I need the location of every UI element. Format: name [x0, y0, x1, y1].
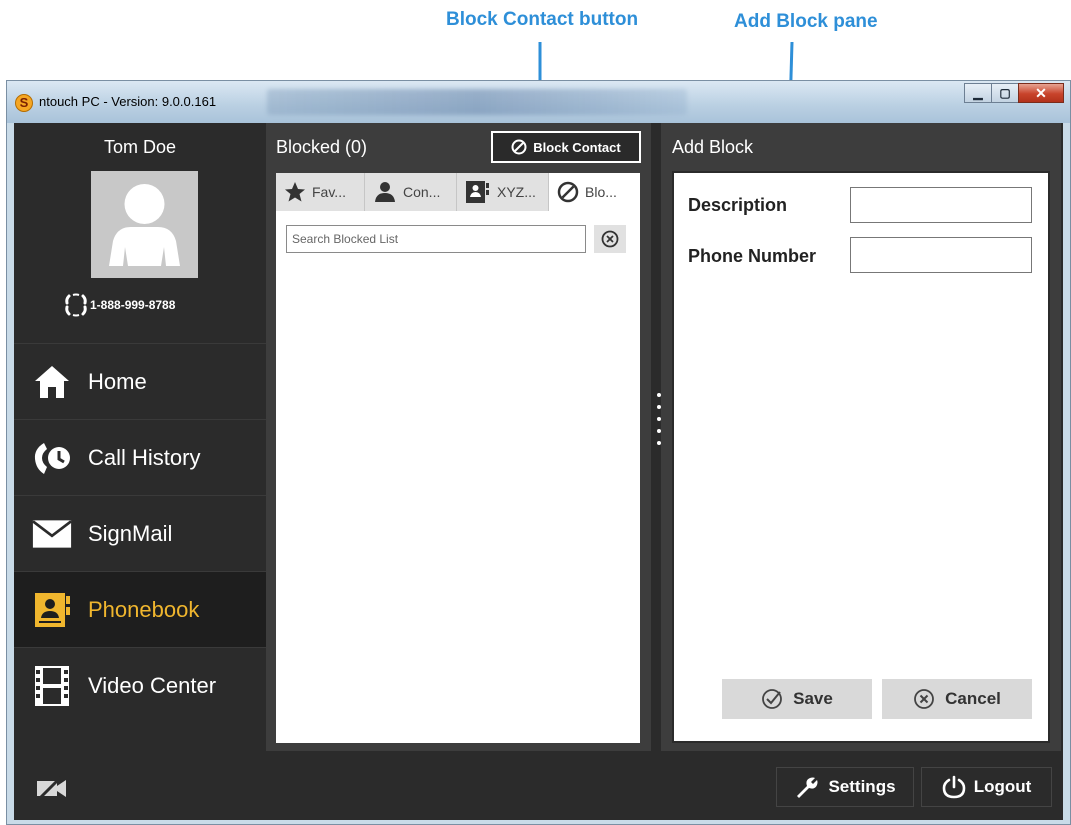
minimize-icon: ▁	[973, 86, 983, 100]
film-icon	[32, 665, 72, 706]
add-block-title: Add Block	[672, 137, 754, 157]
search-input[interactable]	[287, 226, 585, 252]
sidebar-item-label: SignMail	[88, 520, 173, 546]
sidebar-item-label: Video Center	[88, 672, 217, 698]
tab-label: XYZ...	[497, 184, 536, 200]
envelope-icon	[32, 514, 72, 554]
sidebar-nav: Home Call History SignMail Phonebook Vid…	[14, 343, 266, 723]
camera-off-icon	[37, 775, 66, 801]
sidebar-item-signmail[interactable]: SignMail	[14, 495, 266, 571]
cancel-circle-icon	[914, 689, 935, 709]
add-block-form: Description Phone Number Save Cancel	[672, 171, 1050, 743]
logout-button[interactable]: Logout	[921, 767, 1052, 807]
description-field-box	[850, 187, 1032, 223]
phone-number-row: 1-888-999-8788	[64, 293, 175, 317]
check-circle-icon	[762, 689, 783, 709]
person-icon	[375, 182, 395, 202]
sidebar-item-phonebook[interactable]: Phonebook	[14, 571, 266, 647]
home-icon	[32, 362, 72, 402]
block-contact-button[interactable]: Block Contact	[491, 131, 641, 163]
logout-button-label: Logout	[973, 777, 1032, 796]
blocked-list-body: Fav... Con... XYZ... Blo... Search Block…	[276, 173, 640, 743]
settings-button[interactable]: Settings	[776, 767, 914, 807]
title-bar[interactable]: S ntouch PC - Version: 9.0.0.161 ▁ ▢ ✕	[7, 81, 1070, 123]
phonebook-icon	[32, 590, 72, 630]
search-blocked-field	[286, 225, 586, 253]
phone-number-field[interactable]	[851, 238, 1031, 272]
window-title: ntouch PC - Version: 9.0.0.161	[39, 94, 217, 109]
sidebar-item-call-history[interactable]: Call History	[14, 419, 266, 495]
tab-contacts[interactable]: Con...	[365, 173, 457, 211]
sidebar-item-video-center[interactable]: Video Center	[14, 647, 266, 723]
title-bar-background-blur	[267, 89, 687, 115]
app-logo-icon: S	[15, 94, 33, 112]
tab-xyz-phonebook[interactable]: XYZ...	[457, 173, 549, 211]
phone-number-label: Phone Number	[688, 246, 817, 266]
phonebook-tabs: Fav... Con... XYZ... Blo...	[276, 173, 640, 211]
clear-search-button[interactable]	[594, 225, 626, 253]
description-label: Description	[688, 195, 788, 215]
close-button[interactable]: ✕	[1018, 83, 1064, 103]
avatar-person-icon	[109, 184, 180, 266]
ntouch-phone-icon	[65, 293, 87, 317]
settings-button-label: Settings	[828, 777, 896, 796]
cancel-button[interactable]: Cancel	[882, 679, 1032, 719]
app-window: S ntouch PC - Version: 9.0.0.161 ▁ ▢ ✕ T…	[6, 80, 1071, 825]
tab-label: Con...	[403, 184, 441, 200]
close-icon: ✕	[1035, 85, 1047, 101]
tab-label: Fav...	[312, 184, 346, 200]
add-block-panel: Add Block Description Phone Number Save …	[661, 123, 1061, 751]
block-icon	[557, 181, 579, 203]
tab-favorites[interactable]: Fav...	[276, 173, 365, 211]
maximize-button[interactable]: ▢	[991, 83, 1019, 103]
save-button[interactable]: Save	[722, 679, 872, 719]
save-button-label: Save	[793, 689, 833, 708]
video-privacy-button[interactable]	[36, 775, 68, 801]
sidebar-item-home[interactable]: Home	[14, 343, 266, 419]
tab-label: Blo...	[585, 184, 617, 200]
blocked-list-panel: Blocked (0) Block Contact Fav... Con... …	[266, 123, 651, 751]
minimize-button[interactable]: ▁	[964, 83, 992, 103]
maximize-icon: ▢	[999, 86, 1011, 100]
phonebook-icon	[466, 181, 489, 203]
cancel-button-label: Cancel	[945, 689, 1001, 708]
call-history-icon	[32, 438, 72, 478]
sidebar: Tom Doe 1-888-999-8788 Home Call History…	[14, 123, 266, 820]
sidebar-item-label: Phonebook	[88, 596, 200, 622]
user-phone-number: 1-888-999-8788	[90, 298, 176, 312]
client-area: Tom Doe 1-888-999-8788 Home Call History…	[14, 123, 1063, 820]
tab-blocked[interactable]: Blo...	[549, 173, 640, 211]
power-icon	[942, 775, 966, 799]
phone-number-field-box	[850, 237, 1032, 273]
wrench-icon	[797, 777, 818, 798]
star-icon	[285, 182, 305, 202]
blocked-list-title: Blocked (0)	[276, 137, 368, 157]
sidebar-item-label: Home	[88, 368, 147, 394]
block-icon	[511, 139, 527, 155]
avatar	[91, 171, 198, 278]
screenshot-root: Block Contact button Add Block pane S nt…	[0, 0, 1071, 825]
block-contact-button-label: Block Contact	[533, 139, 621, 155]
description-field[interactable]	[851, 188, 1031, 222]
user-name: Tom Doe	[103, 137, 177, 157]
window-controls: ▁ ▢ ✕	[964, 83, 1064, 103]
clear-icon	[601, 230, 619, 248]
sidebar-item-label: Call History	[88, 444, 201, 470]
